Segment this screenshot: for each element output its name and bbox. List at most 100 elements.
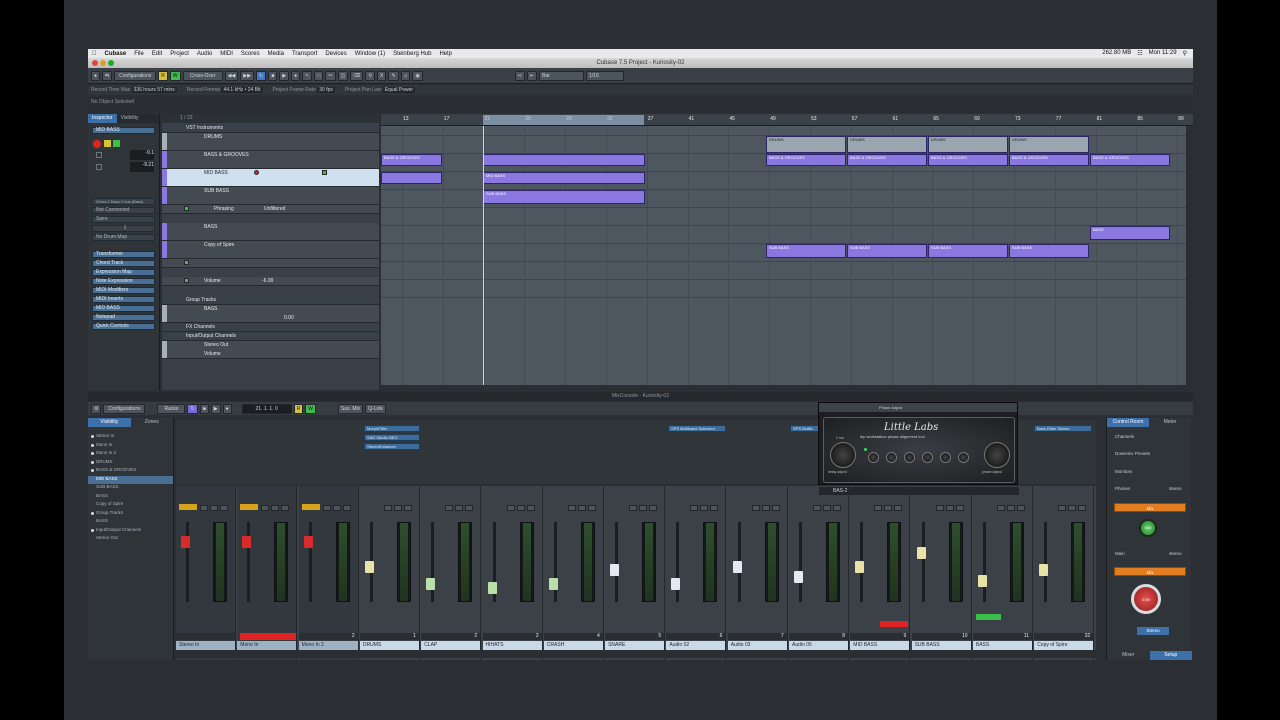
listen-button[interactable] — [894, 505, 903, 511]
apple-icon[interactable]:  — [92, 51, 97, 57]
plugin-window[interactable]: Phase Adjust Little Labs ibp workstation… — [818, 402, 1018, 485]
configurations-button[interactable]: Configurations — [114, 70, 157, 81]
mute-button[interactable] — [200, 505, 208, 511]
channels-label[interactable]: Channels — [1115, 434, 1134, 439]
insert-slot[interactable]: StereoEnhancer — [364, 443, 420, 450]
event-bass-grooves[interactable]: BASS & GROOVES — [381, 154, 442, 166]
event-drums[interactable]: DRUMS — [1009, 136, 1089, 153]
track-folder-fx-channels[interactable]: FX Channels — [162, 323, 379, 332]
automation-read-button[interactable] — [184, 260, 189, 265]
automation-lane-phrasing[interactable]: Phrasing Unfiltered — [162, 205, 379, 214]
output-routing-select[interactable]: Zebra 2 Bass 2 bus (Bass) — [92, 198, 155, 205]
power-switch[interactable] — [868, 452, 879, 463]
mute-button[interactable] — [813, 505, 821, 511]
activate-project-button[interactable]: ● — [91, 70, 101, 81]
monitor-button[interactable] — [240, 504, 259, 510]
automation-lane-volume[interactable]: Volume -6.00 — [162, 277, 379, 286]
plugin-slot-bar[interactable]: BAS-2 — [819, 487, 1019, 495]
track-copy-of-spire[interactable]: Copy of Spire — [162, 241, 379, 259]
project-frame-rate[interactable]: Project Frame Rate 30 fps — [273, 87, 335, 93]
main-mix-button[interactable]: Mix — [1114, 567, 1186, 576]
cycle-button[interactable]: ↻ — [256, 70, 267, 81]
menu-audio[interactable]: Audio — [197, 51, 212, 57]
menu-transport[interactable]: Transport — [292, 51, 317, 57]
stop-button[interactable]: ■ — [268, 70, 278, 81]
mixer-configurations-button[interactable]: Configurations — [103, 403, 146, 414]
mute-button[interactable] — [874, 505, 883, 511]
tab-visibility[interactable]: Visibility — [117, 114, 143, 123]
monitors-label[interactable]: Monitors — [1115, 469, 1132, 474]
menu-midi[interactable]: MIDI — [220, 51, 233, 57]
automation-read-button[interactable] — [184, 206, 189, 211]
mid-bass-record-button[interactable] — [254, 170, 259, 175]
inspector-section-expression-map[interactable]: Expression Map — [92, 269, 155, 276]
listen-button[interactable] — [771, 505, 780, 511]
solo-button[interactable] — [1068, 505, 1077, 511]
menu-steinberg-hub[interactable]: Steinberg Hub — [393, 51, 431, 57]
solo-button[interactable] — [271, 505, 280, 511]
tab-meter[interactable]: Meter — [1149, 418, 1191, 427]
visibility-item[interactable]: BASS & GROOVES — [88, 467, 173, 476]
channel-name[interactable]: HIHATS — [482, 641, 542, 650]
channel-name[interactable]: CRASH — [543, 641, 603, 650]
mute-button[interactable] — [629, 505, 638, 511]
tab-control-room[interactable]: Control Room — [1107, 418, 1149, 427]
visibility-item[interactable]: SUB BASS — [88, 484, 173, 493]
insert-slot[interactable]: SPS Multiband Saturator — [668, 425, 726, 432]
clock[interactable]: Mon 11:29 — [1149, 50, 1177, 57]
track-drums[interactable]: DRUMS — [162, 133, 379, 151]
volume-fader[interactable] — [610, 564, 620, 576]
range-tool[interactable]: □ — [314, 70, 324, 81]
event-display[interactable]: DRUMS DRUMS DRUMS DRUMS BASS & GROOVES B… — [381, 126, 1186, 385]
glue-tool[interactable]: ◫ — [337, 70, 349, 81]
main-format-button[interactable]: Stereo — [1137, 627, 1169, 635]
volume-fader[interactable] — [855, 560, 865, 573]
visibility-item[interactable]: MID BASS — [88, 475, 173, 484]
volume-fader[interactable] — [487, 581, 497, 594]
solo-button[interactable] — [945, 505, 954, 511]
insert-slot[interactable]: SPS Multib — [790, 425, 820, 432]
visibility-item[interactable]: Stereo Out — [88, 535, 173, 544]
mute-button[interactable] — [445, 505, 454, 511]
auto-scroll-button[interactable]: ⇨ — [514, 70, 525, 81]
menu-scores[interactable]: Scores — [241, 51, 260, 57]
visibility-item[interactable]: Mono In 2 — [88, 450, 173, 459]
track-mid-bass[interactable]: MID BASS — [162, 169, 379, 187]
track-bass-grooves[interactable]: BASS & GROOVES — [162, 151, 379, 169]
automation-lane-spire[interactable] — [162, 259, 379, 268]
sus-mix-button[interactable]: Sus. Mix — [337, 403, 364, 414]
zoom-window-button[interactable] — [108, 60, 114, 66]
split-tool[interactable]: ✂ — [325, 70, 336, 81]
automation-read-button[interactable] — [184, 278, 189, 283]
insert-slot[interactable]: SAD Studio NEO — [364, 434, 420, 441]
mixer-stop-button[interactable]: ■ — [199, 403, 209, 414]
event-bass-grooves[interactable]: BASS & GROOVES — [1009, 154, 1089, 166]
visibility-item[interactable]: Input/Output Channels — [88, 527, 173, 536]
solo-button[interactable] — [700, 505, 709, 511]
event-mid-bass[interactable] — [381, 172, 442, 184]
channel-name[interactable]: Mono In 2 — [298, 641, 358, 650]
input-routing-select[interactable]: Not Connected — [92, 207, 155, 214]
tab-setup[interactable]: Setup — [1149, 651, 1192, 660]
listen-button[interactable] — [281, 505, 290, 511]
solo-button[interactable] — [884, 505, 893, 511]
volume-fader[interactable] — [548, 578, 558, 590]
racks-button[interactable]: Racks — [157, 403, 186, 414]
inspector-write-button[interactable] — [113, 140, 120, 147]
mute-button[interactable] — [567, 505, 576, 511]
channel-name[interactable]: SUB BASS — [911, 641, 971, 650]
listen-button[interactable] — [710, 505, 719, 511]
visibility-item[interactable]: Stereo In — [88, 433, 173, 442]
project-pan-law[interactable]: Project Pan Law Equal Power — [345, 87, 416, 93]
mute-button[interactable] — [383, 505, 392, 511]
vertical-scrollbar[interactable] — [1186, 126, 1193, 385]
listen-button[interactable] — [220, 505, 228, 511]
mute-button[interactable] — [322, 505, 331, 511]
quantize-preset-select[interactable]: 1/16 — [586, 70, 625, 81]
inspector-read-button[interactable] — [104, 140, 111, 147]
track-sub-bass[interactable]: SUB BASS — [162, 187, 379, 205]
rewind-button[interactable]: ◀◀ — [224, 70, 239, 81]
volume-fader[interactable] — [242, 536, 252, 548]
volume-fader[interactable] — [671, 578, 681, 590]
track-folder-io-channels[interactable]: Input/Output Channels — [162, 332, 379, 341]
